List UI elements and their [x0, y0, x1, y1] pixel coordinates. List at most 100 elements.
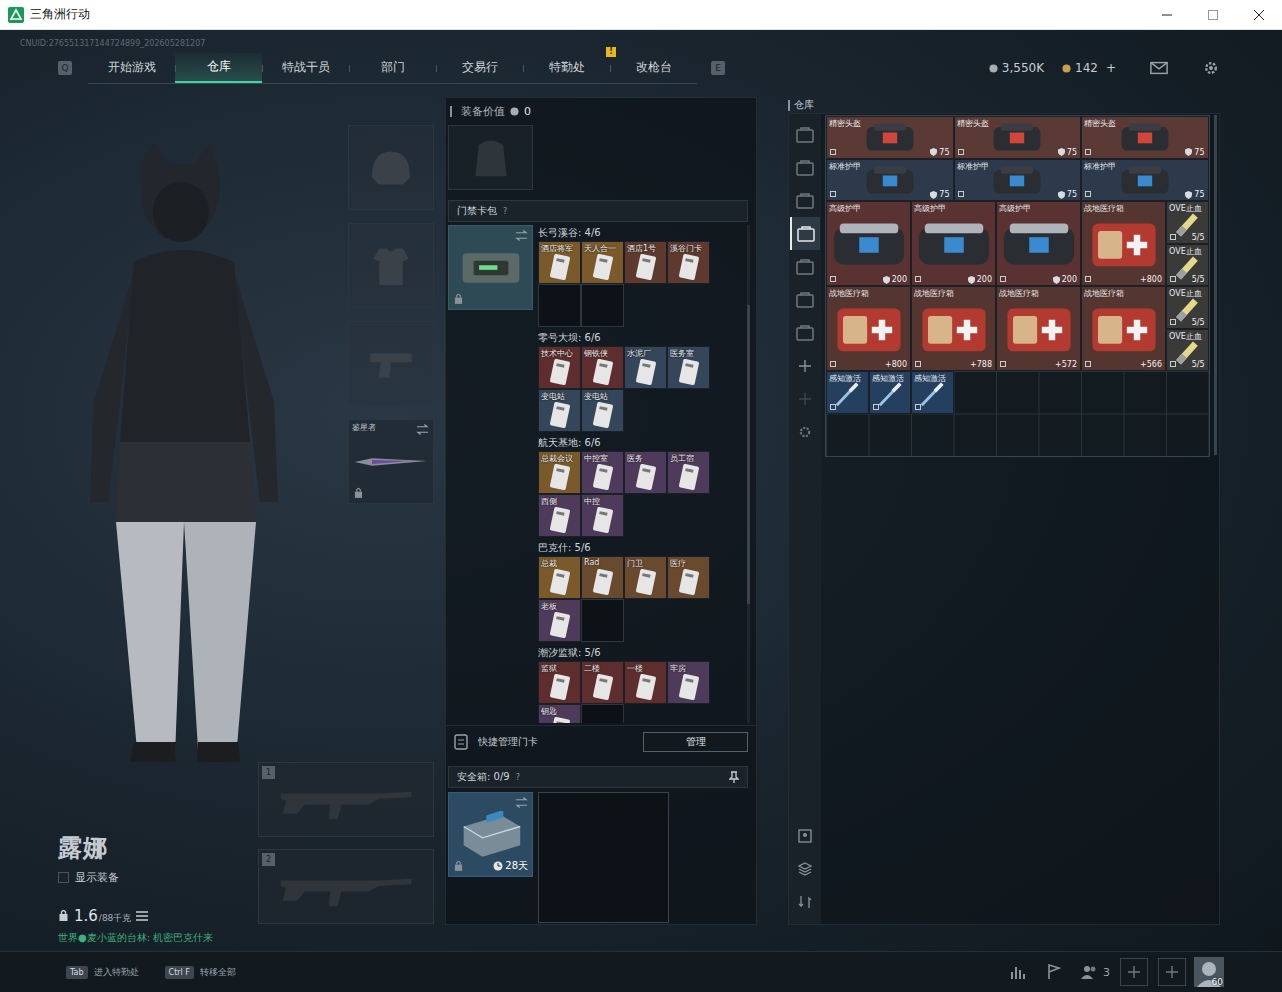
card-case-item[interactable]	[448, 225, 533, 310]
stats-icon[interactable]	[1009, 964, 1027, 980]
keycard[interactable]: 门卫	[624, 556, 667, 599]
main-tab[interactable]: 特勤处 !	[523, 53, 610, 83]
gear-slot[interactable]	[348, 125, 434, 210]
keycard[interactable]: 医务室	[667, 346, 710, 389]
transfer-button[interactable]	[790, 885, 820, 918]
warehouse-item[interactable]: 高级护甲 200	[996, 201, 1081, 286]
swap-icon[interactable]	[515, 797, 528, 808]
friends-count[interactable]: 3	[1081, 964, 1110, 980]
keycard[interactable]: Rad	[581, 556, 624, 599]
safe-box-item[interactable]: 28天	[448, 792, 533, 877]
main-tab[interactable]: 开始游戏	[88, 53, 175, 83]
safe-box-cell[interactable]	[539, 879, 582, 922]
keycard[interactable]: 中控	[581, 494, 624, 537]
main-tab[interactable]: 部门	[349, 53, 436, 83]
scrollbar[interactable]	[747, 225, 750, 723]
add-storage-button[interactable]	[790, 349, 820, 382]
warehouse-item[interactable]: 感知激活	[911, 371, 954, 414]
warehouse-item[interactable]: OVE止血 5/5	[1166, 286, 1209, 329]
stack-button[interactable]	[790, 852, 820, 885]
main-tab[interactable]: 交易行	[436, 53, 523, 83]
keycard[interactable]: 二楼	[581, 661, 624, 704]
warehouse-tab[interactable]	[790, 283, 820, 316]
manage-button[interactable]: 管理	[643, 732, 748, 752]
empty-card-slot[interactable]	[538, 284, 581, 327]
warehouse-tab[interactable]	[790, 316, 820, 349]
warehouse-item[interactable]: 战地医疗箱 +566	[1081, 286, 1166, 371]
keycard[interactable]: 医疗	[667, 556, 710, 599]
empty-card-slot[interactable]	[581, 599, 624, 642]
currency-item[interactable]: 3,550K	[989, 61, 1044, 75]
sort-button[interactable]	[790, 819, 820, 852]
safe-box-cell[interactable]	[582, 879, 625, 922]
keycard[interactable]: 溪谷门卡	[667, 241, 710, 284]
keycard[interactable]: 酒店1号	[624, 241, 667, 284]
swap-icon[interactable]	[515, 230, 528, 241]
warehouse-item[interactable]: 精密头盔 75	[826, 116, 954, 159]
player-avatar[interactable]: 60	[1194, 957, 1224, 987]
keycard[interactable]: 变电站	[581, 389, 624, 432]
checkbox-box[interactable]	[58, 872, 69, 883]
warehouse-item[interactable]: 战地医疗箱 +572	[996, 286, 1081, 371]
warehouse-tab[interactable]	[790, 151, 820, 184]
warehouse-item[interactable]: 标准护甲 75	[954, 159, 1082, 202]
show-equipment-checkbox[interactable]: 显示装备	[58, 870, 258, 885]
keycard[interactable]: 钥匙	[538, 704, 581, 723]
settings-gear-icon[interactable]	[1202, 60, 1220, 76]
warehouse-tab[interactable]	[790, 184, 820, 217]
keycard[interactable]: 西侧	[538, 494, 581, 537]
keycard[interactable]: 技术中心	[538, 346, 581, 389]
warehouse-item[interactable]: 精密头盔 75	[1081, 116, 1209, 159]
keycard[interactable]: 中控室	[581, 451, 624, 494]
prev-tab-key[interactable]: Q	[58, 61, 72, 75]
key-hint[interactable]: Tab进入特勤处	[66, 966, 139, 979]
invite-slot[interactable]	[1120, 958, 1148, 986]
invite-slot[interactable]	[1158, 958, 1186, 986]
warehouse-item[interactable]: 战地医疗箱 +800	[1081, 201, 1166, 286]
warehouse-tab[interactable]	[790, 250, 820, 283]
safe-box-cell[interactable]	[582, 836, 625, 879]
safe-box-cell[interactable]	[625, 793, 668, 836]
warehouse-tab[interactable]	[790, 118, 820, 151]
warehouse-scrollbar[interactable]	[1214, 115, 1217, 455]
warehouse-item[interactable]: OVE止血 5/5	[1166, 329, 1209, 372]
operator-model[interactable]	[0, 97, 348, 762]
key-hint[interactable]: Ctrl F转移全部	[165, 966, 236, 979]
backpack-slot[interactable]	[448, 125, 533, 190]
list-icon[interactable]	[136, 911, 148, 921]
currency-item[interactable]: 142 +	[1062, 61, 1116, 75]
warehouse-item[interactable]: 感知激活	[869, 371, 912, 414]
warehouse-item[interactable]: 感知激活	[826, 371, 869, 414]
warehouse-item[interactable]: 标准护甲 75	[1081, 159, 1209, 202]
keycard[interactable]: 员工宿	[667, 451, 710, 494]
warehouse-item[interactable]: OVE止血 5/5	[1166, 244, 1209, 287]
warehouse-tab[interactable]	[790, 217, 820, 250]
keycard[interactable]: 变电站	[538, 389, 581, 432]
weapon-slot[interactable]: 2	[258, 849, 434, 924]
safe-box-cell[interactable]	[625, 836, 668, 879]
keycard[interactable]: 钢铁侠	[581, 346, 624, 389]
add-storage-button[interactable]	[790, 382, 820, 415]
keycard[interactable]: 酒店将军	[538, 241, 581, 284]
gear-slot[interactable]: 鉴星者	[348, 419, 434, 504]
keycard[interactable]: 天人合一	[581, 241, 624, 284]
warehouse-item[interactable]: 高级护甲 200	[826, 201, 911, 286]
keycard[interactable]: 医务	[624, 451, 667, 494]
safe-box-cell[interactable]	[539, 836, 582, 879]
keycard[interactable]: 水泥厂	[624, 346, 667, 389]
keycard[interactable]: 总裁	[538, 556, 581, 599]
warehouse-item[interactable]: 标准护甲 75	[826, 159, 954, 202]
empty-card-slot[interactable]	[581, 284, 624, 327]
close-button[interactable]	[1236, 0, 1282, 29]
swap-icon[interactable]	[416, 424, 429, 435]
main-tab[interactable]: 仓库	[175, 53, 262, 83]
warehouse-item[interactable]: 战地医疗箱 +800	[826, 286, 911, 371]
warehouse-item[interactable]: 战地医疗箱 +788	[911, 286, 996, 371]
pin-icon[interactable]	[729, 771, 739, 783]
keycard[interactable]: 总裁会议	[538, 451, 581, 494]
gear-slot[interactable]	[348, 321, 434, 406]
keycard[interactable]: 老板	[538, 599, 581, 642]
warehouse-item[interactable]: OVE止血 5/5	[1166, 201, 1209, 244]
safe-box-cell[interactable]	[539, 793, 582, 836]
warehouse-item[interactable]: 高级护甲 200	[911, 201, 996, 286]
